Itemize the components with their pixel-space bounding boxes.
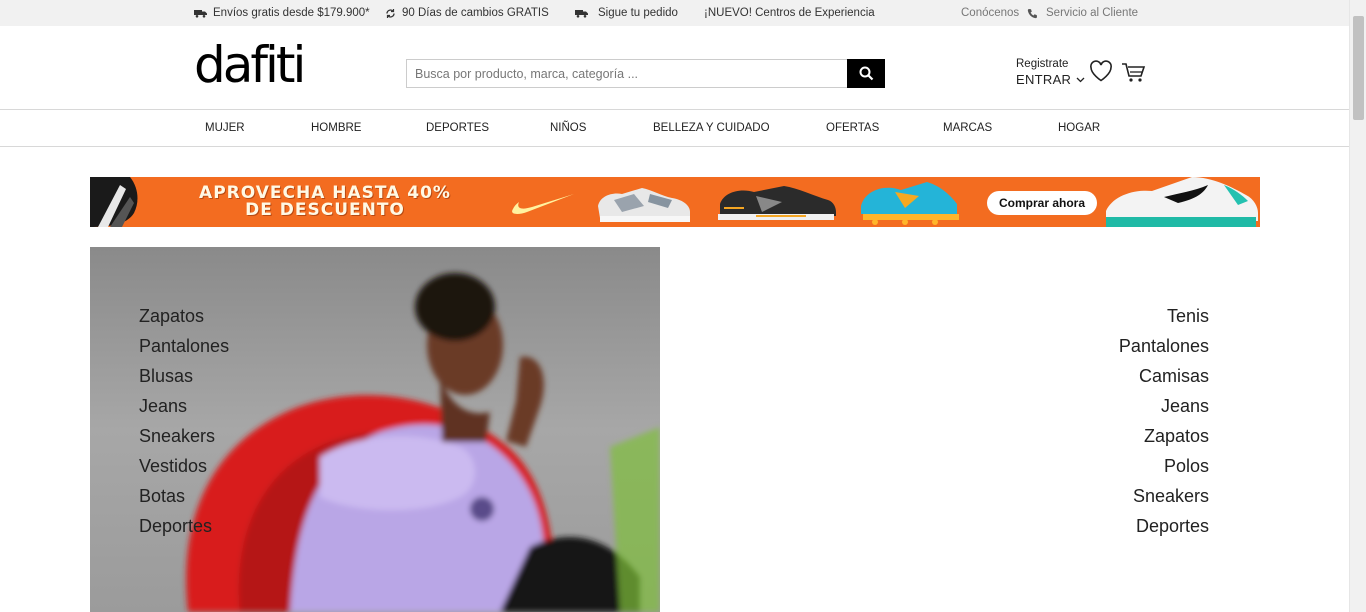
women-category-item[interactable]: Pantalones (139, 331, 229, 361)
women-category-item[interactable]: Vestidos (139, 451, 229, 481)
men-category-item[interactable]: Tenis (1119, 301, 1209, 331)
women-hero-image[interactable]: Zapatos Pantalones Blusas Jeans Sneakers… (90, 247, 660, 612)
women-category-item[interactable]: Blusas (139, 361, 229, 391)
nav-item-marcas[interactable]: MARCAS (943, 122, 992, 134)
search-bar (406, 59, 885, 88)
men-category-item[interactable]: Sneakers (1119, 481, 1209, 511)
support-link[interactable]: Servicio al Cliente (1027, 7, 1138, 19)
login-label: ENTRAR (1016, 72, 1072, 87)
men-category-list: Tenis Pantalones Camisas Jeans Zapatos P… (1119, 301, 1209, 541)
shoe-image-left (90, 177, 138, 227)
experience-link[interactable]: ¡NUEVO! Centros de Experiencia (704, 7, 875, 19)
site-header: dafiti Registrate ENTRAR (0, 26, 1349, 110)
experience-text: ¡NUEVO! Centros de Experiencia (704, 7, 875, 19)
nav-item-hombre[interactable]: HOMBRE (311, 122, 361, 134)
login-dropdown[interactable]: ENTRAR (1016, 72, 1085, 87)
shop-now-button[interactable]: Comprar ahora (987, 191, 1098, 215)
nav-item-deportes[interactable]: DEPORTES (426, 122, 489, 134)
women-category-list: Zapatos Pantalones Blusas Jeans Sneakers… (139, 301, 229, 541)
nav-item-mujer[interactable]: MUJER (205, 122, 245, 134)
sneaker-image-4 (1106, 177, 1258, 227)
men-category-item[interactable]: Camisas (1119, 361, 1209, 391)
nav-item-belleza[interactable]: BELLEZA Y CUIDADO (653, 122, 770, 134)
search-icon (859, 66, 873, 81)
nav-item-hogar[interactable]: HOGAR (1058, 122, 1100, 134)
nike-swoosh-icon (512, 194, 574, 214)
about-link[interactable]: Conócenos (961, 7, 1019, 19)
exchange-icon (386, 8, 395, 18)
women-category-item[interactable]: Deportes (139, 511, 229, 541)
promo-line-2: DE DESCUENTO (245, 200, 405, 220)
tracking-link[interactable]: Sigue tu pedido (575, 7, 678, 19)
women-category-item[interactable]: Botas (139, 481, 229, 511)
scrollbar-thumb[interactable] (1353, 16, 1364, 120)
page-scrollbar[interactable] (1349, 0, 1366, 612)
search-input[interactable] (406, 59, 847, 88)
chevron-down-icon (1076, 77, 1085, 82)
men-category-item[interactable]: Jeans (1119, 391, 1209, 421)
promo-banner[interactable]: APROVECHA HASTA 40% DE DESCUENTO Comprar… (90, 177, 1260, 227)
sneaker-image-3 (861, 182, 959, 225)
women-category-item[interactable]: Zapatos (139, 301, 229, 331)
tracking-text: Sigue tu pedido (598, 7, 678, 19)
shipping-text: Envíos gratis desde $179.900* (213, 7, 370, 19)
register-link[interactable]: Registrate (1016, 58, 1085, 70)
promo-text: APROVECHA HASTA 40% DE DESCUENTO (170, 185, 480, 219)
truck-icon (194, 9, 207, 18)
support-text: Servicio al Cliente (1046, 7, 1139, 19)
search-button[interactable] (847, 59, 885, 88)
returns-text: 90 Días de cambios GRATIS (402, 7, 549, 19)
shipping-info[interactable]: Envíos gratis desde $179.900* (194, 7, 370, 19)
phone-icon (1027, 8, 1037, 18)
cart-icon[interactable] (1121, 62, 1146, 84)
truck-icon (575, 9, 588, 18)
sneaker-image-1 (598, 188, 690, 222)
nav-item-ninos[interactable]: NIÑOS (550, 122, 586, 134)
men-category-item[interactable]: Zapatos (1119, 421, 1209, 451)
men-category-item[interactable]: Deportes (1119, 511, 1209, 541)
women-category-item[interactable]: Sneakers (139, 421, 229, 451)
page: Envíos gratis desde $179.900* 90 Días de… (0, 0, 1366, 612)
main-nav: MUJER HOMBRE DEPORTES NIÑOS BELLEZA Y CU… (0, 110, 1349, 147)
top-info-bar: Envíos gratis desde $179.900* 90 Días de… (0, 0, 1349, 26)
sneaker-image-2 (718, 186, 836, 220)
men-category-item[interactable]: Polos (1119, 451, 1209, 481)
nav-item-ofertas[interactable]: OFERTAS (826, 122, 879, 134)
account-menu[interactable]: Registrate ENTRAR (1016, 58, 1085, 87)
women-category-item[interactable]: Jeans (139, 391, 229, 421)
about-text: Conócenos (961, 7, 1020, 19)
returns-info[interactable]: 90 Días de cambios GRATIS (385, 7, 549, 19)
wishlist-heart-icon[interactable] (1089, 60, 1113, 82)
men-category-item[interactable]: Pantalones (1119, 331, 1209, 361)
dafiti-logo[interactable]: dafiti (194, 40, 306, 90)
